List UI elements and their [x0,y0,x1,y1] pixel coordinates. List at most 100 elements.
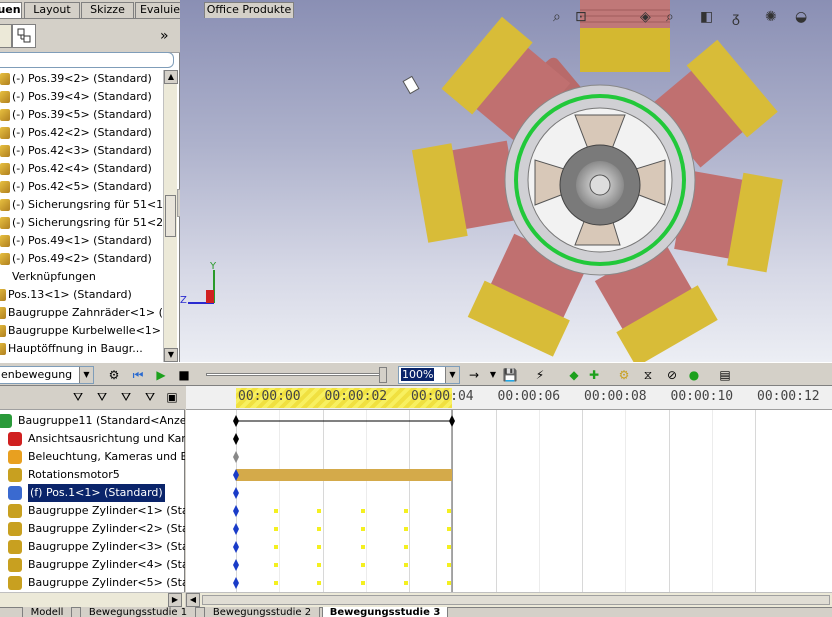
tree-hscroll[interactable]: ▶ [0,592,185,607]
stop-icon[interactable]: ■ [176,367,192,383]
keyframe-diamond[interactable] [233,577,239,589]
scroll-thumb[interactable] [165,195,176,237]
scroll-right-arrow[interactable]: ▶ [168,593,182,607]
keypoint-dot[interactable] [274,509,278,513]
config-manager-tab[interactable] [12,24,36,48]
calculate-icon[interactable]: ⚙ [106,367,122,383]
filter-selected-icon[interactable]: ⛛ [118,389,134,405]
motor-icon[interactable]: ⚙ [616,367,632,383]
keyframe-diamond[interactable] [233,523,239,535]
keypoint-dot[interactable] [274,563,278,567]
tree-item[interactable]: Hauptöffnung in Baugr... [0,340,163,358]
timeline-hscroll[interactable]: ◀ [186,592,832,607]
spring-icon[interactable]: ⧖ [640,367,656,383]
playback-mode-icon[interactable]: → [466,367,482,383]
keypoint-dot[interactable] [361,509,365,513]
keypoint-dot[interactable] [361,545,365,549]
tree-item[interactable]: Verknüpfungen [0,268,163,286]
keypoint-dot[interactable] [404,509,408,513]
tab-motion-study-1[interactable]: Bewegungsstudie 1 [80,607,196,617]
play-from-start-icon[interactable]: ⏮ [130,367,146,383]
keypoint-dot[interactable] [274,581,278,585]
keypoint-dot[interactable] [361,581,365,585]
chevron-down-icon[interactable]: ▼ [485,367,501,383]
keyframe-diamond[interactable] [449,415,455,427]
gravity-icon[interactable]: ● [686,367,702,383]
keyframe-diamond[interactable] [233,451,239,463]
tab-layout[interactable]: Layout [24,2,80,18]
scroll-left-arrow[interactable]: ◀ [186,593,200,607]
tree-item[interactable]: (-) Pos.42<5> (Standard) [0,178,163,196]
keypoint-dot[interactable] [404,527,408,531]
keypoint-dot[interactable] [317,581,321,585]
tab-model[interactable]: Modell [22,607,72,617]
tree-item[interactable]: (-) Pos.42<3> (Standard) [0,142,163,160]
chevron-down-icon[interactable]: ▼ [79,367,93,383]
filter-driving-icon[interactable]: ⛛ [94,389,110,405]
scroll-up-arrow[interactable]: ▲ [164,70,178,84]
slider-thumb[interactable] [379,367,387,383]
section-view-icon[interactable]: ◈ [640,9,651,25]
tree-item[interactable]: (-) Pos.39<4> (Standard) [0,88,163,106]
hide-show-icon[interactable]: ᵹ [732,9,740,26]
tree-item[interactable]: Baugruppe Kurbelwelle<1> (Sta [0,322,163,340]
tab-motion-study-3[interactable]: Bewegungsstudie 3 [322,607,448,617]
view-orientation-icon[interactable]: ⌕ [666,9,674,25]
graphics-area[interactable]: Y Z ⌕ ⊡ ◈ ⌕ ◧ ᵹ ✺ ◒ [180,0,832,362]
tree-item[interactable]: Pos.13<1> (Standard) [0,286,163,304]
motion-tree-row[interactable]: Rotationsmotor5 [0,466,185,484]
motion-tree-row[interactable]: Baugruppe Zylinder<1> (Standa [0,502,185,520]
zoom-fit-icon[interactable]: ⌕ [553,9,561,25]
tree-filter-input[interactable] [0,52,174,68]
keypoint-dot[interactable] [317,545,321,549]
results-icon[interactable]: ▤ [717,367,733,383]
keypoint-dot[interactable] [274,527,278,531]
motion-tree-row[interactable]: Beleuchtung, Kameras und Bühn [0,448,185,466]
animation-wizard-icon[interactable]: ⚡ [532,367,548,383]
keyframe-diamond[interactable] [233,415,239,427]
keypoint-dot[interactable] [274,545,278,549]
motion-tree-row[interactable]: Ansichtsausrichtung und Kamera [0,430,185,448]
keyframe-diamond[interactable] [233,505,239,517]
keypoint-dot[interactable] [317,563,321,567]
motion-tree-row[interactable]: Baugruppe11 (Standard<Anzeigest [0,412,185,430]
keypoint-dot[interactable] [317,527,321,531]
keypoint-dot[interactable] [361,563,365,567]
keypoint-dot[interactable] [317,509,321,513]
tab-motion-study-2[interactable]: Bewegungsstudie 2 [204,607,320,617]
tree-item[interactable]: (-) Pos.42<4> (Standard) [0,160,163,178]
keypoint-dot[interactable] [404,581,408,585]
expand-chevron-icon[interactable]: » [160,28,169,44]
playback-speed-slider[interactable] [206,367,387,383]
autokey-icon[interactable]: ◆ [566,367,582,383]
motion-tree-row[interactable]: (f) Pos.1<1> (Standard) [0,484,185,502]
motion-tree-row[interactable]: Baugruppe Zylinder<5> (Standa [0,574,185,592]
engine-model[interactable]: Y Z [180,0,832,362]
tree-item[interactable]: (-) Sicherungsring für 51<1> (I [0,196,163,214]
scene-icon[interactable]: ✺ [765,9,777,25]
playback-zoom-select[interactable]: 100% ▼ [398,366,460,384]
chevron-down-icon[interactable]: ▼ [445,367,459,383]
keypoint-dot[interactable] [447,545,451,549]
keyframe-diamond[interactable] [233,559,239,571]
add-key-icon[interactable]: ✚ [586,367,602,383]
tree-item[interactable]: (-) Pos.39<2> (Standard) [0,70,163,88]
keyframe-diamond[interactable] [233,487,239,499]
tab-assembly[interactable]: uen [0,2,22,18]
motor-duration-bar[interactable] [236,469,452,481]
timeline-header[interactable]: 00:00:00 00:00:02 00:00:04 00:00:06 00:00:08… [186,386,832,410]
keypoint-dot[interactable] [447,581,451,585]
tree-scrollbar[interactable]: ▲ ▼ [163,70,178,362]
tree-item[interactable]: (-) Sicherungsring für 51<2> (I [0,214,163,232]
tree-item[interactable]: (-) Pos.42<2> (Standard) [0,124,163,142]
keypoint-dot[interactable] [361,527,365,531]
keypoint-dot[interactable] [447,509,451,513]
keyframe-diamond[interactable] [233,433,239,445]
motion-tree-row[interactable]: Baugruppe Zylinder<3> (Standa [0,538,185,556]
timeline-area[interactable]: 00:00:00 00:00:02 00:00:04 00:00:06 00:00:08… [186,386,832,592]
motion-tree-row[interactable]: Baugruppe Zylinder<4> (Standa [0,556,185,574]
property-manager-tab[interactable] [0,24,12,48]
keypoint-dot[interactable] [447,563,451,567]
tab-office-products[interactable]: Office Produkte [204,2,294,18]
tree-item[interactable]: Baugruppe Zahnräder<1> (Stan [0,304,163,322]
